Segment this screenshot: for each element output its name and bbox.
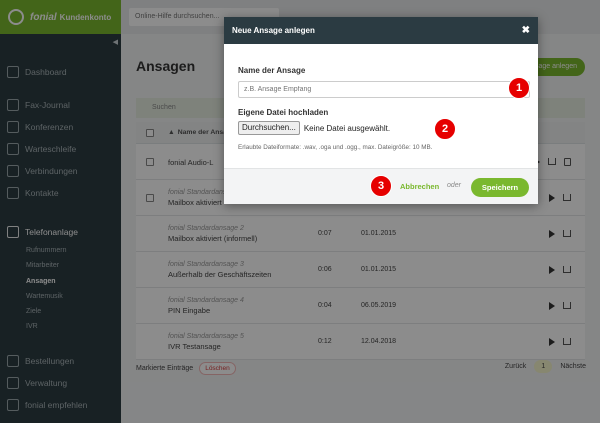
or-label: oder	[447, 182, 462, 189]
annotation-badge-3: 3	[370, 175, 392, 197]
file-status: Keine Datei ausgewählt.	[303, 123, 391, 133]
cancel-button[interactable]: Abbrechen	[400, 182, 439, 191]
annotation-badge-2: 2	[434, 118, 456, 140]
annotation-badge-1: 1	[508, 77, 530, 99]
close-icon[interactable]: ✖	[522, 17, 530, 44]
browse-file-button[interactable]: Durchsuchen...	[238, 121, 300, 135]
file-format-hint: Erlaubte Dateiformate: .wav, .oga und .o…	[238, 144, 433, 151]
announcement-name-input[interactable]	[238, 81, 530, 98]
save-button[interactable]: Speichern	[471, 178, 529, 197]
dialog-header: Neue Ansage anlegen ✖	[224, 17, 538, 44]
dialog-title: Neue Ansage anlegen	[232, 26, 315, 35]
name-label: Name der Ansage	[238, 66, 306, 75]
file-label: Eigene Datei hochladen	[238, 108, 329, 117]
